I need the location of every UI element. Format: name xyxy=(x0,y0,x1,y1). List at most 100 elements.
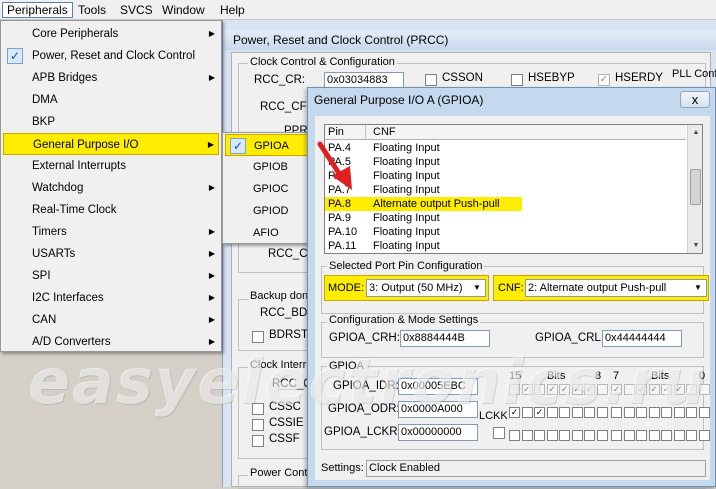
menu-item-general-purpose-i-o[interactable]: General Purpose I/O ▶ xyxy=(3,133,219,155)
hserdy-label: HSERDY xyxy=(615,72,663,84)
submenu-arrow-icon: ▶ xyxy=(208,73,215,82)
submenu-arrow-icon: ▶ xyxy=(208,249,215,258)
pin-row[interactable]: PA.5 Floating Input xyxy=(325,155,686,169)
cssf-checkbox[interactable] xyxy=(252,435,264,447)
submenu-item-label: GPIOB xyxy=(253,161,288,173)
lckr-bit-checkbox[interactable] xyxy=(509,430,520,441)
close-icon: x xyxy=(691,92,699,107)
menu-item-timers[interactable]: Timers ▶ xyxy=(3,221,219,243)
menu-item-label: USARTs xyxy=(32,248,76,260)
pin-row[interactable]: PA.8 Alternate output Push-pull xyxy=(325,197,522,211)
lckr-bit-checkbox[interactable] xyxy=(686,430,697,441)
lckr-label: GPIOA_LCKR: xyxy=(324,426,401,438)
hserdy-checkbox[interactable]: ✓ xyxy=(598,74,610,86)
pin-cnf: Floating Input xyxy=(373,156,440,168)
watermark: easyelectronics.ru xyxy=(28,345,708,418)
cssie-checkbox[interactable] xyxy=(252,419,264,431)
submenu-item-gpiob[interactable]: GPIOB xyxy=(225,156,313,178)
pin-name: PA.10 xyxy=(328,226,358,238)
lckr-bit-checkbox[interactable] xyxy=(584,430,595,441)
menu-window[interactable]: Window xyxy=(158,2,209,18)
scroll-down-icon[interactable]: ▼ xyxy=(688,238,702,253)
pin-row[interactable]: PA.4 Floating Input xyxy=(325,141,686,155)
menu-help[interactable]: Help xyxy=(216,2,249,18)
csson-checkbox[interactable] xyxy=(425,74,437,86)
menu-item-dma[interactable]: DMA xyxy=(3,89,219,111)
lckr-bit-checkbox[interactable] xyxy=(698,430,710,441)
menu-item-watchdog[interactable]: Watchdog ▶ xyxy=(3,177,219,199)
submenu-item-label: GPIOD xyxy=(253,205,289,217)
menu-item-label: I2C Interfaces xyxy=(32,292,104,304)
lckr-bit-checkbox[interactable] xyxy=(661,430,672,441)
pin-row[interactable]: PA.7 Floating Input xyxy=(325,183,686,197)
pin-row[interactable]: PA.11 Floating Input xyxy=(325,239,686,253)
lckr-bit-checkbox[interactable] xyxy=(636,430,647,441)
pll-conf-label: PLL Conf xyxy=(672,68,716,80)
menu-item-can[interactable]: CAN ▶ xyxy=(3,309,219,331)
lckr-bit-checkbox[interactable] xyxy=(534,430,545,441)
submenu-arrow-icon: ▶ xyxy=(208,227,215,236)
menu-item-bkp[interactable]: BKP xyxy=(3,111,219,133)
menu-svcs[interactable]: SVCS xyxy=(116,2,157,18)
lckr-field[interactable]: 0x00000000 xyxy=(398,424,478,441)
menu-item-real-time-clock[interactable]: Real-Time Clock xyxy=(3,199,219,221)
menu-tools[interactable]: Tools xyxy=(74,2,110,18)
submenu-item-afio[interactable]: AFIO xyxy=(225,222,313,244)
menu-item-external-interrupts[interactable]: External Interrupts xyxy=(3,155,219,177)
pin-name: PA.11 xyxy=(328,240,357,252)
crl-label: GPIOA_CRL: xyxy=(535,332,605,344)
pin-cnf: Floating Input xyxy=(373,212,440,224)
pin-column-header[interactable]: Pin xyxy=(328,126,344,138)
lckr-bit-checkbox[interactable] xyxy=(546,430,558,441)
peripherals-menu: Core Peripherals ▶ ✓ Power, Reset and Clock… xyxy=(0,20,222,352)
lckr-bit-checkbox[interactable] xyxy=(571,430,583,441)
menu-item-label: APB Bridges xyxy=(32,72,98,84)
lckr-bit-checkbox[interactable] xyxy=(611,430,622,441)
crh-label: GPIOA_CRH: xyxy=(329,332,400,344)
hsebyp-checkbox[interactable] xyxy=(511,74,523,86)
lckr-bit-checkbox[interactable] xyxy=(648,430,660,441)
pin-row[interactable]: PA.10 Floating Input xyxy=(325,225,686,239)
pin-name: PA.9 xyxy=(328,212,352,224)
pin-list-header: Pin CNF xyxy=(325,125,686,140)
menu-item-power-reset-and-clock-control[interactable]: ✓ Power, Reset and Clock Control xyxy=(3,45,219,67)
config-mode-label: Configuration & Mode Settings xyxy=(327,314,481,326)
column-divider xyxy=(365,125,366,139)
cnf-select[interactable]: 2: Alternate output Push-pull ▼ xyxy=(525,279,707,297)
bdrst-checkbox[interactable] xyxy=(252,331,264,343)
lckr-bit-checkbox[interactable] xyxy=(521,430,533,441)
selected-config-label: Selected Port Pin Configuration xyxy=(327,260,485,272)
scroll-up-icon[interactable]: ▲ xyxy=(688,125,702,141)
lckk-checkbox[interactable] xyxy=(493,427,505,439)
csson-label: CSSON xyxy=(442,72,483,84)
lckr-bit-checkbox[interactable] xyxy=(623,430,635,441)
menu-item-core-peripherals[interactable]: Core Peripherals ▶ xyxy=(3,23,219,45)
mode-select[interactable]: 3: Output (50 MHz) ▼ xyxy=(366,279,486,297)
gpioa-window-title: General Purpose I/O A (GPIOA) xyxy=(314,93,484,107)
menu-item-apb-bridges[interactable]: APB Bridges ▶ xyxy=(3,67,219,89)
lckr-bit-checkbox[interactable] xyxy=(596,430,608,441)
lckr-bit-checkbox[interactable] xyxy=(559,430,570,441)
submenu-item-gpiod[interactable]: GPIOD xyxy=(225,200,313,222)
bdrst-label: BDRST xyxy=(269,329,308,341)
lckr-bit-checkbox[interactable] xyxy=(673,430,685,441)
cssie-label: CSSIE xyxy=(269,417,304,429)
pin-list-scrollbar[interactable]: ▲ ▼ xyxy=(687,125,702,253)
cnf-column-header[interactable]: CNF xyxy=(373,126,396,138)
close-button[interactable]: x xyxy=(680,91,710,108)
cnf-value: 2: Alternate output Push-pull xyxy=(528,282,667,294)
menu-item-spi[interactable]: SPI ▶ xyxy=(3,265,219,287)
gpioa-window-body: Pin CNF PA.4 Floating Input PA.5 Floating I… xyxy=(315,116,710,480)
menu-item-i2c-interfaces[interactable]: I2C Interfaces ▶ xyxy=(3,287,219,309)
pin-cnf: Floating Input xyxy=(373,170,440,182)
submenu-item-gpioa[interactable]: ✓ GPIOA xyxy=(225,134,313,156)
submenu-item-gpioc[interactable]: GPIOC xyxy=(225,178,313,200)
menu-item-usarts[interactable]: USARTs ▶ xyxy=(3,243,219,265)
menu-peripherals[interactable]: Peripherals xyxy=(2,2,73,18)
pin-row[interactable]: PA.6Floating Input xyxy=(325,169,686,183)
submenu-arrow-icon: ▶ xyxy=(208,293,215,302)
pin-list[interactable]: Pin CNF PA.4 Floating Input PA.5 Floating I… xyxy=(324,124,703,254)
submenu-arrow-icon: ▶ xyxy=(208,183,215,192)
pin-row[interactable]: PA.9 Floating Input xyxy=(325,211,686,225)
scroll-thumb[interactable] xyxy=(690,169,701,205)
